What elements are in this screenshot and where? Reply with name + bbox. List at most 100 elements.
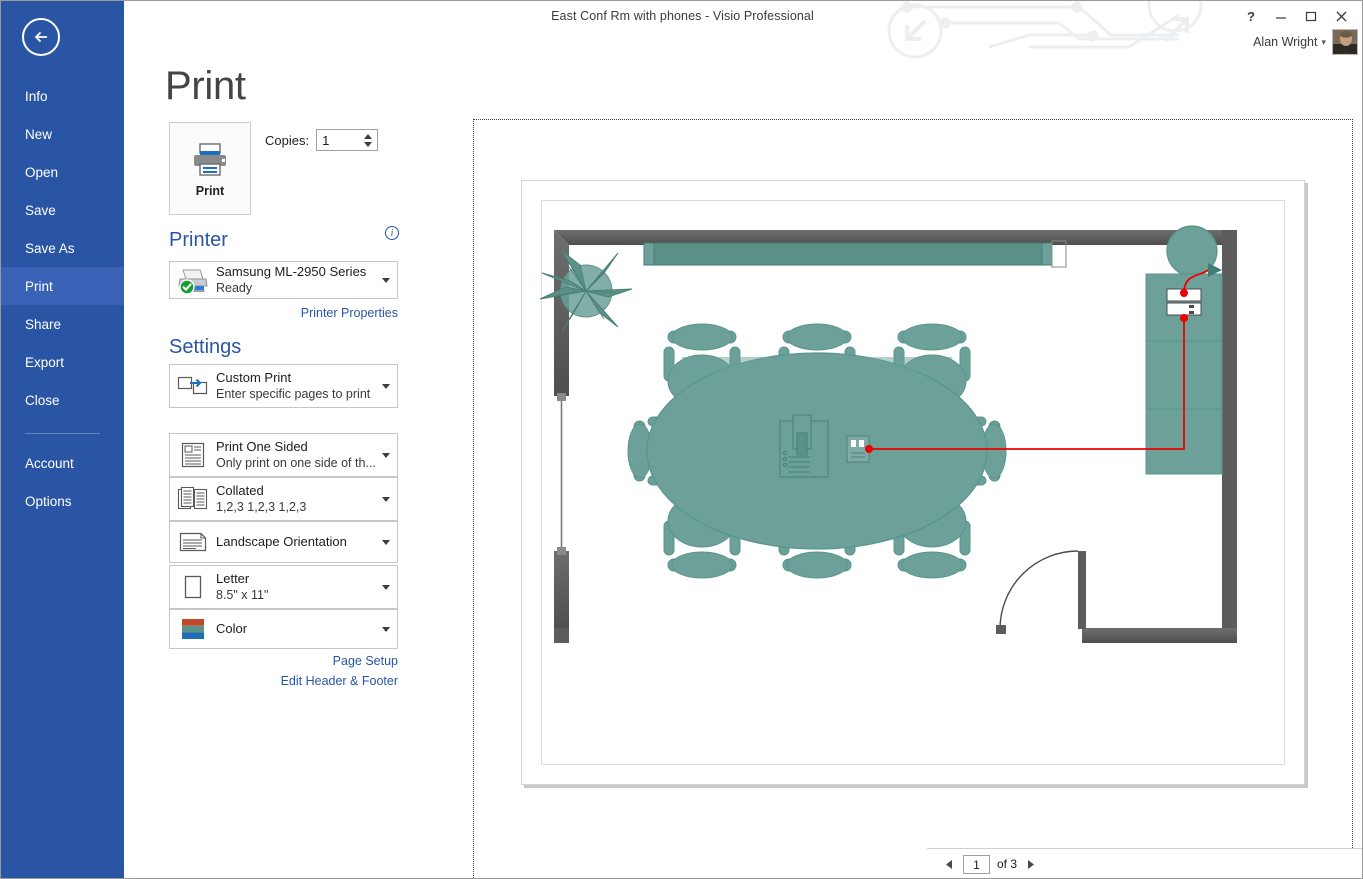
sidebar-item-share[interactable]: Share <box>1 305 124 343</box>
sidebar-item-close[interactable]: Close <box>1 381 124 419</box>
spinner-down-icon[interactable] <box>364 142 373 147</box>
printer-properties-link[interactable]: Printer Properties <box>169 306 398 320</box>
user-name-label: Alan Wright <box>1253 35 1318 49</box>
chevron-down-icon <box>382 584 390 590</box>
color-mode-dropdown-arrow[interactable] <box>375 626 397 632</box>
paper-size-subtitle: 8.5" x 11" <box>216 588 269 602</box>
print-sides-select[interactable]: Print One Sided Only print on one side o… <box>169 433 398 477</box>
sidebar-item-save-as[interactable]: Save As <box>1 229 124 267</box>
paper-size-dropdown-arrow[interactable] <box>375 584 397 590</box>
window-title: East Conf Rm with phones - Visio Profess… <box>551 9 814 23</box>
chevron-down-icon <box>382 277 390 283</box>
collation-title: Collated <box>216 483 264 498</box>
sidebar-item-options[interactable]: Options <box>1 482 124 520</box>
page-number-input[interactable] <box>964 856 989 873</box>
printer-status: Ready <box>216 281 253 295</box>
printer-dropdown-arrow[interactable] <box>375 277 397 283</box>
visio-backstage-print-window: East Conf Rm with phones - Visio Profess… <box>0 0 1363 879</box>
print-button-label: Print <box>195 183 225 198</box>
page-number-input-box[interactable] <box>963 854 990 874</box>
print-range-text: Custom Print Enter specific pages to pri… <box>216 370 375 402</box>
print-range-select[interactable]: Custom Print Enter specific pages to pri… <box>169 364 398 408</box>
print-sides-subtitle: Only print on one side of th... <box>216 456 376 470</box>
paper-size-icon <box>170 573 216 601</box>
next-page-button[interactable] <box>1024 856 1037 872</box>
printer-section-title: Printer <box>169 229 228 251</box>
collation-dropdown-arrow[interactable] <box>375 496 397 502</box>
conference-table <box>646 352 988 550</box>
status-bar: of 3 70% – + <box>927 848 1362 878</box>
sidebar-item-account[interactable]: Account <box>1 444 124 482</box>
help-icon[interactable]: ? <box>1236 5 1266 27</box>
page-count-label: of 3 <box>997 857 1018 871</box>
chevron-down-icon <box>382 626 390 632</box>
color-icon <box>170 616 216 642</box>
print-settings-pane: Print Print Copies: 1 Printer i Samsung … <box>124 59 501 878</box>
print-preview-pane: of 3 70% – + <box>464 59 1362 878</box>
sidebar-nav-list: Info New Open Save Save As Print Share E… <box>1 77 124 520</box>
printer-select[interactable]: Samsung ML-2950 Series Ready <box>169 261 398 299</box>
collation-text: Collated 1,2,3 1,2,3 1,2,3 <box>216 483 375 515</box>
chevron-down-icon <box>382 452 390 458</box>
sidebar-item-print[interactable]: Print <box>1 267 124 305</box>
landscape-icon <box>170 529 216 555</box>
user-account-area[interactable]: Alan Wright ▾ <box>1253 29 1358 55</box>
settings-section-title: Settings <box>169 336 242 358</box>
partition-post-top <box>557 393 566 401</box>
paper-size-text: Letter 8.5" x 11" <box>216 571 375 603</box>
printer-icon <box>194 142 226 176</box>
color-mode-text: Color <box>216 621 375 637</box>
title-bar: East Conf Rm with phones - Visio Profess… <box>1 1 1362 59</box>
printer-name: Samsung ML-2950 Series <box>216 264 367 279</box>
connector-endpoint <box>865 445 873 453</box>
whiteboard <box>643 240 1067 268</box>
printer-info-icon[interactable]: i <box>385 226 399 240</box>
print-button[interactable]: Print <box>169 122 251 215</box>
back-button[interactable] <box>22 18 60 56</box>
page-setup-link[interactable]: Page Setup <box>169 654 398 668</box>
print-range-dropdown-arrow[interactable] <box>375 383 397 389</box>
sidebar-item-info[interactable]: Info <box>1 77 124 115</box>
sidebar-item-new[interactable]: New <box>1 115 124 153</box>
collation-subtitle: 1,2,3 1,2,3 1,2,3 <box>216 500 307 514</box>
connector-endpoint <box>1180 314 1188 322</box>
avatar[interactable] <box>1332 29 1358 55</box>
one-sided-icon <box>170 442 216 468</box>
print-sides-dropdown-arrow[interactable] <box>375 452 397 458</box>
chevron-down-icon[interactable]: ▾ <box>1321 37 1326 48</box>
chevron-down-icon <box>382 539 390 545</box>
edit-header-footer-link[interactable]: Edit Header & Footer <box>169 674 398 688</box>
collated-icon <box>170 486 216 512</box>
floor-plan-drawing[interactable] <box>522 181 1306 786</box>
sidebar-item-save[interactable]: Save <box>1 191 124 229</box>
orientation-dropdown-arrow[interactable] <box>375 539 397 545</box>
orientation-title: Landscape Orientation <box>216 534 347 549</box>
orientation-select[interactable]: Landscape Orientation <box>169 521 398 563</box>
window-controls: ? <box>1236 5 1356 27</box>
spinner-up-icon[interactable] <box>364 134 373 139</box>
paper-size-title: Letter <box>216 571 250 586</box>
minimize-icon[interactable] <box>1266 5 1296 27</box>
print-sides-text: Print One Sided Only print on one side o… <box>216 439 376 471</box>
copies-spin-arrows[interactable] <box>363 131 373 150</box>
page-title: Print <box>165 64 246 108</box>
door <box>996 550 1086 634</box>
close-icon[interactable] <box>1326 5 1356 27</box>
conference-table-group <box>627 323 1007 579</box>
connector-endpoint <box>1180 289 1188 297</box>
color-mode-select[interactable]: Color <box>169 609 398 649</box>
paper-size-select[interactable]: Letter 8.5" x 11" <box>169 565 398 609</box>
copies-stepper[interactable] <box>316 129 501 151</box>
sidebar-divider <box>25 433 100 434</box>
sidebar-item-open[interactable]: Open <box>1 153 124 191</box>
copies-label: Copies: <box>265 132 310 148</box>
print-sides-title: Print One Sided <box>216 439 308 454</box>
preview-page[interactable] <box>521 180 1305 785</box>
chevron-down-icon <box>382 383 390 389</box>
collation-select[interactable]: Collated 1,2,3 1,2,3 1,2,3 <box>169 477 398 521</box>
printer-select-text: Samsung ML-2950 Series Ready <box>216 264 375 296</box>
sidebar-item-export[interactable]: Export <box>1 343 124 381</box>
previous-page-button[interactable] <box>943 856 956 872</box>
restore-icon[interactable] <box>1296 5 1326 27</box>
print-range-subtitle: Enter specific pages to print <box>216 387 371 401</box>
